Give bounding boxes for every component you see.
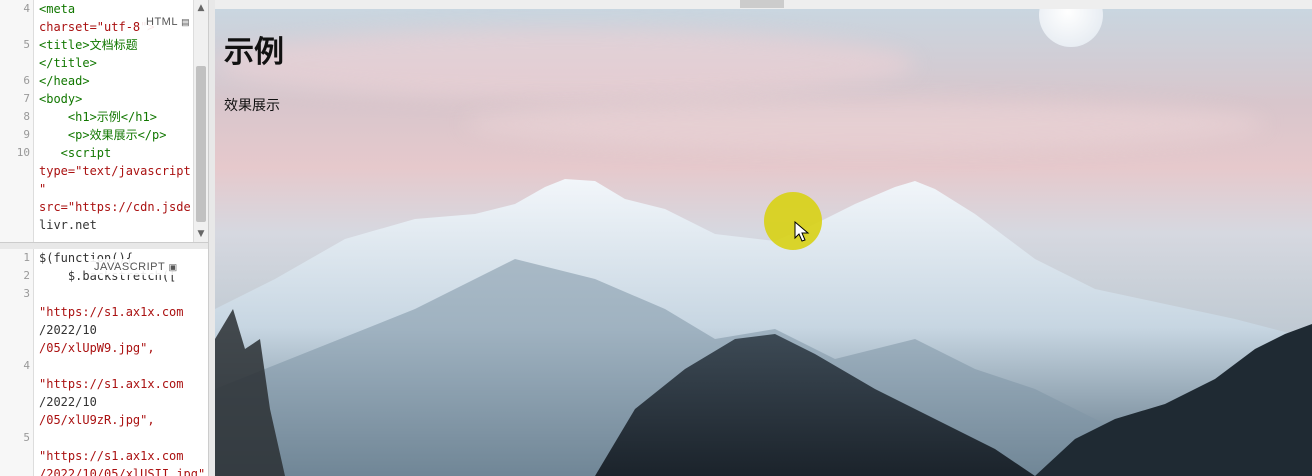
code-line[interactable]: " [39, 180, 191, 198]
js-panel-label: JAVASCRIPT ▣ [90, 259, 182, 275]
line-number: 4 [23, 2, 30, 15]
code-line[interactable]: "https://s1.ax1x.com [39, 303, 191, 321]
line-number: 8 [23, 110, 30, 123]
line-number: 7 [23, 92, 30, 105]
resize-grip[interactable] [740, 0, 784, 8]
scroll-thumb[interactable] [196, 66, 206, 222]
code-line[interactable]: "https://s1.ax1x.com [39, 375, 191, 393]
preview-paragraph: 效果展示 [224, 98, 280, 114]
file-icon: ▣ [168, 262, 178, 272]
cursor-highlight [764, 192, 822, 250]
line-number: 4 [23, 359, 30, 372]
mouse-cursor-icon [794, 221, 810, 242]
line-number: 9 [23, 128, 30, 141]
line-number: 5 [23, 38, 30, 51]
mountain-landscape [215, 179, 1312, 476]
code-line[interactable]: <script [39, 144, 191, 162]
file-icon: ▤ [181, 17, 191, 27]
preview-heading: 示例 [224, 35, 284, 70]
code-line[interactable]: livr.net [39, 216, 191, 234]
html-scrollbar[interactable]: ▲ ▼ [193, 0, 208, 242]
code-line[interactable]: /05/xlUpW9.jpg", [39, 339, 191, 357]
html-editor-pane[interactable]: 4 <meta charset="utf-8"> 5 <title>文档标题 </titl… [0, 0, 208, 242]
line-number: 5 [23, 431, 30, 444]
code-line[interactable]: /2022/10/05/xlUSII.jpg" [39, 465, 205, 476]
code-line[interactable]: "https://s1.ax1x.com [39, 447, 191, 465]
code-line[interactable]: <title>文档标题 [39, 36, 191, 54]
result-preview[interactable]: 示例 效果展示 [215, 9, 1312, 476]
code-line[interactable]: src="https://cdn.jsde [39, 198, 191, 216]
code-line[interactable]: </title> [39, 54, 191, 72]
html-panel-label: HTML ▤ [142, 14, 195, 30]
code-line[interactable]: type="text/javascript [39, 162, 191, 180]
code-line[interactable]: <p>效果展示</p> [39, 126, 191, 144]
line-number: 1 [23, 251, 30, 264]
code-line[interactable]: /2022/10 [39, 393, 191, 411]
line-number: 2 [23, 269, 30, 282]
code-line[interactable]: /05/xlU9zR.jpg", [39, 411, 191, 429]
code-line[interactable]: <body> [39, 90, 191, 108]
scroll-up-icon[interactable]: ▲ [196, 3, 206, 13]
line-number: 6 [23, 74, 30, 87]
code-line[interactable]: <h1>示例</h1> [39, 108, 191, 126]
line-number: 10 [16, 146, 30, 159]
js-editor-pane[interactable]: 1 $(function(){2 $.backstretch([3 "https:/… [0, 249, 208, 476]
scroll-down-icon[interactable]: ▼ [196, 229, 206, 239]
code-line[interactable]: /2022/10 [39, 321, 191, 339]
line-number: 3 [23, 287, 30, 300]
code-editor-column: 4 <meta charset="utf-8"> 5 <title>文档标题 </titl… [0, 0, 208, 476]
code-line[interactable]: </head> [39, 72, 191, 90]
